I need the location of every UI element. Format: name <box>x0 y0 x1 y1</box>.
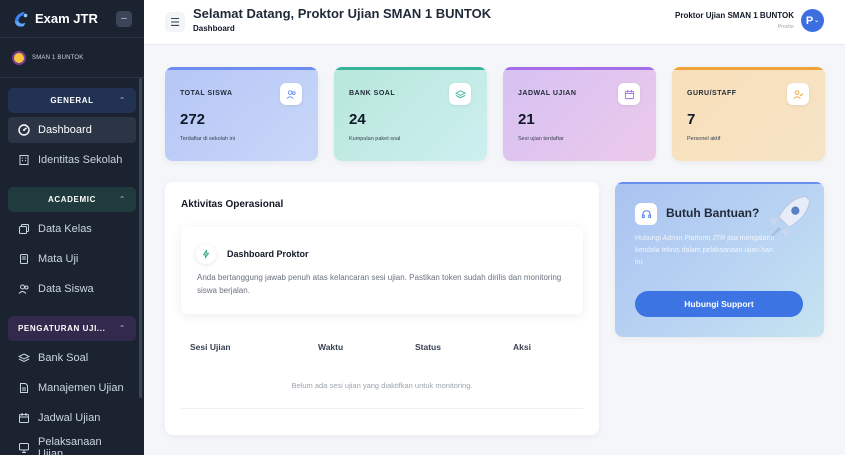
card-accent-bar <box>503 67 656 70</box>
sidebar-item-label: Dashboard <box>38 124 92 136</box>
stat-card-bank-soal: BANK SOAL 24 Kumpulan paket soal <box>334 67 487 161</box>
calendar-icon <box>18 412 30 424</box>
column-header-aksi: Aksi <box>513 342 531 352</box>
brand-logo-icon <box>14 11 28 27</box>
stat-card-jadwal-ujian: JADWAL UJIAN 21 Sesi ujian terdaftar <box>503 67 656 161</box>
avatar[interactable]: P ⌄ <box>801 9 824 32</box>
sidebar-scrollbar[interactable] <box>139 78 142 398</box>
sidebar-item-data-kelas[interactable]: Data Kelas <box>8 216 136 242</box>
empty-table-message: Belum ada sesi ujian yang diaktifkan unt… <box>291 381 473 390</box>
sidebar: Exam JTR – SMAN 1 BUNTOK GENERAL ⌃ Dashb… <box>0 0 144 455</box>
sidebar-item-data-siswa[interactable]: Data Siswa <box>8 276 136 302</box>
table-divider <box>181 408 583 409</box>
stat-label: BANK SOAL <box>349 90 396 97</box>
sidebar-item-identitas-sekolah[interactable]: Identitas Sekolah <box>8 147 136 173</box>
stat-value: 272 <box>180 111 206 128</box>
hamburger-menu-icon[interactable]: ☰ <box>165 12 185 32</box>
users-icon <box>280 83 302 105</box>
activity-title: Aktivitas Operasional <box>181 199 284 210</box>
proktor-card-desc: Anda bertanggung jawab penuh atas kelanc… <box>197 273 562 296</box>
stat-desc: Sesi ujian terdaftar <box>518 136 564 142</box>
bolt-icon <box>196 244 216 264</box>
breadcrumb: Dashboard <box>193 24 235 33</box>
brand: Exam JTR – <box>0 0 144 38</box>
activity-panel: Aktivitas Operasional Dashboard Proktor … <box>165 182 599 435</box>
stat-label: TOTAL SISWA <box>180 90 233 97</box>
page-title: Selamat Datang, Proktor Ujian SMAN 1 BUN… <box>193 6 492 21</box>
stat-label: GURU/STAFF <box>687 90 737 97</box>
school-info: SMAN 1 BUNTOK <box>0 38 144 78</box>
sidebar-item-mata-uji[interactable]: Mata Uji <box>8 246 136 272</box>
card-accent-bar <box>165 67 318 70</box>
sidebar-item-label: Mata Uji <box>38 253 79 265</box>
stat-card-total-siswa: TOTAL SISWA 272 Terdaftar di sekolah ini <box>165 67 318 161</box>
calendar-icon <box>618 83 640 105</box>
proktor-card-title: Dashboard Proktor <box>227 249 309 259</box>
user-name: Proktor Ujian SMAN 1 BUNTOK <box>675 11 794 20</box>
sidebar-item-jadwal-ujian[interactable]: Jadwal Ujian <box>8 405 136 431</box>
chevron-up-icon: ⌃ <box>118 195 126 204</box>
user-role: Proctor <box>777 24 794 30</box>
sidebar-item-label: Jadwal Ujian <box>38 412 101 424</box>
document-icon <box>18 382 30 394</box>
stat-value: 7 <box>687 111 696 128</box>
stat-desc: Terdaftar di sekolah ini <box>180 136 236 142</box>
sidebar-item-label: Manajemen Ujian <box>38 382 124 394</box>
sidebar-item-manajemen-ujian[interactable]: Manajemen Ujian <box>8 375 136 401</box>
monitor-icon <box>18 442 30 454</box>
collapse-sidebar-button[interactable]: – <box>116 10 132 27</box>
stat-value: 24 <box>349 111 366 128</box>
user-check-icon <box>787 83 809 105</box>
card-accent-bar <box>615 182 824 184</box>
brand-name: Exam JTR <box>35 11 98 26</box>
layers-icon <box>18 352 30 364</box>
stat-card-guru-staff: GURU/STAFF 7 Personel aktif <box>672 67 825 161</box>
column-header-sesi-ujian: Sesi Ujian <box>190 342 231 352</box>
sidebar-item-label: Pelaksanaan Ujian <box>38 436 102 455</box>
sidebar-item-pelaksanaan-ujian[interactable]: Pelaksanaan Ujian <box>8 435 136 455</box>
book-icon <box>18 253 30 265</box>
group-pengaturan-ujian[interactable]: PENGATURAN UJI... ⌃ <box>8 316 136 341</box>
sidebar-item-label: Data Siswa <box>38 283 94 295</box>
help-desc: Hubungi Admin Platform JTR jika mengalam… <box>635 235 774 266</box>
chevron-up-icon: ⌃ <box>118 96 126 105</box>
sidebar-item-bank-soal[interactable]: Bank Soal <box>8 345 136 371</box>
stat-desc: Kumpulan paket soal <box>349 136 401 142</box>
dashboard-icon <box>18 124 30 136</box>
column-header-waktu: Waktu <box>318 342 344 352</box>
building-icon <box>18 154 30 166</box>
group-general[interactable]: GENERAL ⌃ <box>8 88 136 113</box>
group-academic-label: ACADEMIC <box>48 195 96 204</box>
help-panel: Butuh Bantuan? Hubungi Admin Platform JT… <box>615 182 824 337</box>
stat-value: 21 <box>518 111 535 128</box>
card-accent-bar <box>334 67 487 70</box>
help-title: Butuh Bantuan? <box>666 206 760 220</box>
top-header: ☰ Selamat Datang, Proktor Ujian SMAN 1 B… <box>144 0 845 45</box>
copy-icon <box>18 223 30 235</box>
contact-support-button[interactable]: Hubungi Support <box>635 291 803 317</box>
group-pengaturan-label: PENGATURAN UJI... <box>18 324 106 333</box>
school-logo-icon <box>12 50 26 65</box>
school-name: SMAN 1 BUNTOK <box>32 54 84 61</box>
group-academic[interactable]: ACADEMIC ⌃ <box>8 187 136 212</box>
proktor-info-card: Dashboard Proktor Anda bertanggung jawab… <box>181 227 583 314</box>
chevron-down-icon: ⌄ <box>814 18 820 24</box>
sidebar-item-dashboard[interactable]: Dashboard <box>8 117 136 143</box>
sidebar-item-label: Bank Soal <box>38 352 89 364</box>
chevron-up-icon: ⌃ <box>118 324 126 333</box>
users-icon <box>18 283 30 295</box>
group-general-label: GENERAL <box>50 96 94 105</box>
layers-icon <box>449 83 471 105</box>
stat-desc: Personel aktif <box>687 136 721 142</box>
card-accent-bar <box>672 67 825 70</box>
headset-icon <box>635 203 657 225</box>
avatar-initial: P <box>805 14 814 27</box>
sidebar-item-label: Data Kelas <box>38 223 92 235</box>
stat-label: JADWAL UJIAN <box>518 90 577 97</box>
column-header-status: Status <box>415 342 441 352</box>
sidebar-item-label: Identitas Sekolah <box>38 154 123 166</box>
